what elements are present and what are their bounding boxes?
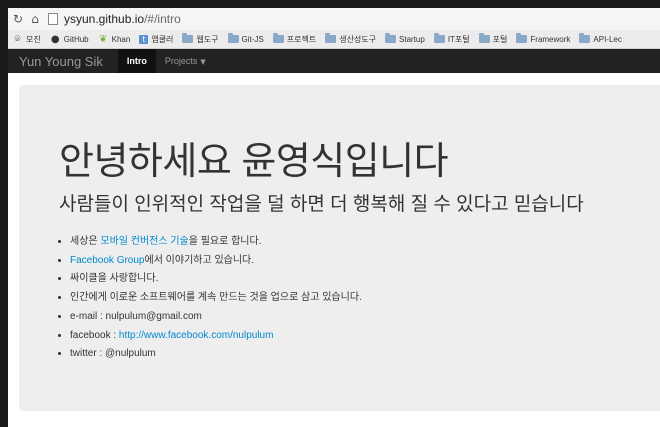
address-bar: ↻ ⌂ ysyun.github.io/#/intro bbox=[8, 8, 660, 31]
caret-down-icon: ▼ bbox=[200, 58, 206, 66]
bookmark-folder[interactable]: IT포털 bbox=[433, 30, 470, 48]
nav-item-intro[interactable]: Intro bbox=[117, 49, 156, 73]
folder-icon bbox=[182, 33, 194, 43]
nav-item-projects[interactable]: Projects ▼ bbox=[156, 49, 215, 73]
leaf-icon: ❦ bbox=[98, 33, 108, 45]
page-title: 안녕하세요 윤영식입니다 bbox=[59, 141, 449, 183]
bookmark-folder[interactable]: 생산성도구 bbox=[325, 30, 376, 48]
page-icon bbox=[48, 13, 58, 25]
list-item: 세상은 모바일 컨버전스 기술을 필요로 합니다. bbox=[70, 233, 362, 252]
url-host: ysyun.github.io bbox=[64, 12, 145, 26]
folder-icon bbox=[478, 33, 490, 43]
intro-list: 세상은 모바일 컨버전스 기술을 필요로 합니다. Facebook Group… bbox=[57, 233, 362, 364]
bookmark-item[interactable]: ⌾ 모진 bbox=[12, 30, 41, 48]
bookmark-folder[interactable]: Framework bbox=[516, 30, 570, 48]
mobile-convergence-link[interactable]: 모바일 컨버전스 기술 bbox=[100, 236, 188, 247]
list-item: 싸이클을 사랑합니다. bbox=[70, 270, 362, 289]
bookmark-folder[interactable]: 포털 bbox=[478, 30, 507, 48]
nav-item-label: Projects bbox=[164, 56, 198, 66]
bookmark-item[interactable]: t 앱쿨러 bbox=[139, 30, 173, 48]
list-item: e-mail : nulpulum@gmail.com bbox=[70, 308, 362, 327]
home-icon[interactable]: ⌂ bbox=[28, 8, 42, 30]
page-subtitle: 사람들이 인위적인 작업을 덜 하면 더 행복해 질 수 있다고 믿습니다 bbox=[59, 194, 584, 215]
folder-icon bbox=[433, 33, 445, 43]
url-path: /#/intro bbox=[144, 12, 181, 26]
bookmark-folder[interactable]: Startup bbox=[385, 30, 425, 48]
folder-icon bbox=[227, 33, 239, 43]
list-item: twitter : @nulpulum bbox=[70, 345, 362, 364]
folder-icon bbox=[385, 33, 397, 43]
list-item: 인간에게 이로운 소프트웨어를 계속 만드는 것을 업으로 삼고 있습니다. bbox=[70, 289, 362, 308]
hero-unit: 안녕하세요 윤영식입니다 사람들이 인위적인 작업을 덜 하면 더 행복해 질 … bbox=[19, 85, 660, 411]
folder-icon bbox=[516, 33, 528, 43]
reload-icon[interactable]: ↻ bbox=[11, 8, 25, 30]
bookmark-folder[interactable]: 프로젝트 bbox=[272, 30, 316, 48]
list-item: facebook : http://www.facebook.com/nulpu… bbox=[70, 327, 362, 346]
list-item: Facebook Group에서 이야기하고 있습니다. bbox=[70, 252, 362, 271]
browser-window: ↻ ⌂ ysyun.github.io/#/intro ⌾ 모진 ● GitHub … bbox=[8, 8, 660, 427]
nav-item-label: Intro bbox=[126, 56, 147, 66]
url-field[interactable]: ysyun.github.io/#/intro bbox=[64, 12, 181, 26]
folder-icon bbox=[579, 33, 591, 43]
folder-icon bbox=[325, 33, 337, 43]
bookmark-item[interactable]: ❦ Khan bbox=[98, 30, 130, 48]
globe-icon: ⌾ bbox=[14, 33, 21, 45]
navbar: Yun Young Sik Intro Projects ▼ bbox=[8, 49, 660, 73]
facebook-profile-link[interactable]: http://www.facebook.com/nulpulum bbox=[119, 330, 274, 341]
bookmarks-bar: ⌾ 모진 ● GitHub ❦ Khan t 앱쿨러 웹도구 Git-JS 프로젝트 생… bbox=[8, 30, 660, 49]
github-icon: ● bbox=[50, 33, 60, 45]
t-icon: t bbox=[139, 34, 149, 44]
folder-icon bbox=[272, 33, 284, 43]
bookmark-item[interactable]: ● GitHub bbox=[50, 30, 89, 48]
brand-link[interactable]: Yun Young Sik bbox=[19, 54, 103, 69]
bookmark-folder[interactable]: API-Lec bbox=[579, 30, 622, 48]
bookmark-folder[interactable]: Git-JS bbox=[227, 30, 264, 48]
bookmark-folder[interactable]: 웹도구 bbox=[182, 30, 219, 48]
facebook-group-link[interactable]: Facebook Group bbox=[70, 255, 145, 266]
